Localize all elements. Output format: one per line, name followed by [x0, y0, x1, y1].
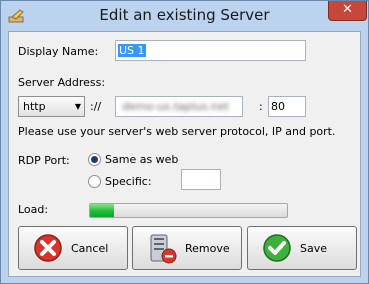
- rdp-specific-input[interactable]: [181, 169, 221, 190]
- load-progress-fill: [90, 204, 114, 217]
- port-value: 80: [271, 100, 285, 113]
- remove-label: Remove: [185, 242, 230, 255]
- window-title: Edit an existing Server: [99, 6, 270, 24]
- display-name-label: Display Name:: [18, 45, 99, 58]
- rdp-same-radio[interactable]: [88, 153, 101, 166]
- save-label: Save: [300, 242, 328, 255]
- port-input[interactable]: 80: [268, 96, 306, 117]
- title-bar[interactable]: Edit an existing Server ✕: [1, 1, 368, 31]
- protocol-value: http: [23, 100, 46, 113]
- display-name-input[interactable]: US 1: [115, 40, 306, 61]
- protocol-select[interactable]: http ▼: [18, 96, 85, 117]
- rdp-specific-label[interactable]: Specific:: [105, 175, 152, 188]
- rdp-specific-radio[interactable]: [88, 175, 101, 188]
- red-x-icon: [34, 234, 62, 262]
- dialog-body: Display Name: US 1 Server Address: http …: [8, 31, 361, 277]
- close-button[interactable]: ✕: [328, 1, 367, 21]
- display-name-value: US 1: [118, 44, 146, 57]
- rdp-same-label[interactable]: Same as web: [105, 153, 178, 166]
- address-hint: Please use your server's web server prot…: [18, 125, 336, 138]
- save-button[interactable]: Save: [247, 226, 357, 270]
- server-remove-icon: [150, 234, 177, 264]
- radio-selected-dot: [91, 156, 98, 163]
- server-address-label: Server Address:: [18, 76, 106, 89]
- scheme-separator: ://: [90, 100, 102, 113]
- dialog-window: Edit an existing Server ✕ Display Name: …: [0, 0, 369, 284]
- rdp-port-label: RDP Port:: [18, 154, 70, 167]
- host-input[interactable]: demo-us.taplus.net: [115, 96, 243, 117]
- cancel-label: Cancel: [71, 242, 109, 255]
- green-check-icon: [263, 234, 291, 262]
- load-label: Load:: [18, 203, 49, 216]
- cancel-button[interactable]: Cancel: [18, 226, 128, 270]
- host-value: demo-us.taplus.net: [122, 100, 229, 113]
- port-separator: :: [259, 100, 263, 113]
- chevron-down-icon: ▼: [74, 102, 81, 111]
- load-progress-bar: [89, 203, 288, 218]
- remove-button[interactable]: Remove: [132, 226, 242, 270]
